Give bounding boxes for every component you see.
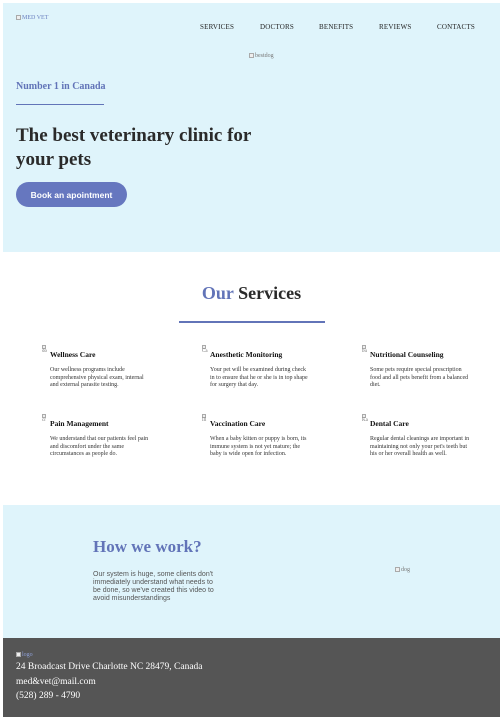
service-name: Vaccination Care	[210, 419, 266, 428]
service-icon-alt: cr	[42, 418, 46, 423]
broken-image-icon	[16, 652, 21, 657]
service-icon-alt: Ill	[202, 418, 207, 423]
service-card: Ka Dental Care Regular dental cleanings …	[362, 414, 492, 459]
service-icon: bu	[362, 345, 370, 359]
nav-link-services[interactable]: SERVICES	[200, 23, 234, 31]
service-name: Dental Care	[370, 419, 409, 428]
footer: logo 24 Broadcast Drive Charlotte NC 284…	[3, 638, 500, 717]
service-icon: Ca	[202, 345, 210, 359]
broken-image-icon	[395, 567, 400, 572]
how-title: How we work?	[93, 537, 202, 556]
service-icon-alt: Ca	[202, 349, 208, 354]
service-description: Our wellness programs include comprehens…	[50, 367, 144, 388]
tagline: Number 1 in Canada	[16, 81, 106, 92]
broken-image-icon	[249, 53, 254, 58]
how-we-work-section: How we work? Our system is huge, some cl…	[3, 505, 500, 638]
service-name: Nutritional Counseling	[370, 350, 444, 359]
nav-link-reviews[interactable]: REVIEWS	[379, 23, 412, 31]
hero-image: bestdog	[249, 53, 274, 59]
service-name: Wellness Care	[50, 350, 96, 359]
service-description: When a baby kitten or puppy is born, its…	[210, 436, 307, 457]
book-appointment-button[interactable]: Book an apointment	[16, 182, 127, 207]
footer-phone[interactable]: (528) 289 - 4790	[16, 691, 80, 701]
services-title-rest: Services	[238, 283, 302, 303]
hero-image-alt: bestdog	[255, 53, 274, 59]
service-icon: cr	[42, 414, 50, 428]
nav-link-contacts[interactable]: CONTACTS	[437, 23, 475, 31]
service-name: Pain Management	[50, 419, 109, 428]
logo-image[interactable]: MED VET	[16, 15, 48, 21]
service-name: Anesthetic Monitoring	[210, 350, 283, 359]
service-description: Some pets require special prescription f…	[370, 367, 469, 388]
services-title: Our Services	[0, 283, 503, 304]
service-card: Ca Anesthetic Monitoring Your pet will b…	[202, 345, 332, 390]
service-icon: Ill	[202, 414, 210, 428]
how-video-image[interactable]: dog	[395, 567, 410, 573]
footer-logo[interactable]: logo	[16, 652, 33, 658]
service-icon-alt: bu	[362, 349, 367, 354]
broken-image-icon	[16, 15, 21, 20]
nav-link-doctors[interactable]: DOCTORS	[260, 23, 294, 31]
hero-section: MED VET SERVICES DOCTORS BENEFITS REVIEW…	[3, 3, 500, 252]
footer-logo-alt: logo	[22, 652, 33, 658]
how-image-alt: dog	[401, 567, 410, 573]
service-icon: do	[42, 345, 50, 359]
main-nav: SERVICES DOCTORS BENEFITS REVIEWS CONTAC…	[3, 23, 500, 35]
service-card: Ill Vaccination Care When a baby kitten …	[202, 414, 332, 459]
service-card: do Wellness Care Our wellness programs i…	[42, 345, 172, 390]
service-icon: Ka	[362, 414, 370, 428]
service-description: Regular dental cleanings are important i…	[370, 436, 470, 457]
how-description: Our system is huge, some clients don't i…	[93, 571, 214, 602]
service-card: cr Pain Management We understand that ou…	[42, 414, 172, 459]
service-icon-alt: Ka	[362, 418, 368, 423]
hero-title: The best veterinary clinic for your pets	[16, 125, 251, 170]
service-icon-alt: do	[42, 349, 47, 354]
service-card: bu Nutritional Counseling Some pets requ…	[362, 345, 492, 390]
footer-email[interactable]: med&vet@mail.com	[16, 677, 96, 687]
services-divider	[179, 321, 325, 323]
services-title-accent: Our	[201, 283, 234, 303]
footer-address: 24 Broadcast Drive Charlotte NC 28479, C…	[16, 662, 203, 672]
service-description: We understand that our patients feel pai…	[50, 436, 149, 457]
logo-alt: MED VET	[22, 15, 49, 21]
tagline-divider	[16, 104, 104, 105]
nav-link-benefits[interactable]: BENEFITS	[319, 23, 353, 31]
service-description: Your pet will be examined during check i…	[210, 367, 308, 388]
